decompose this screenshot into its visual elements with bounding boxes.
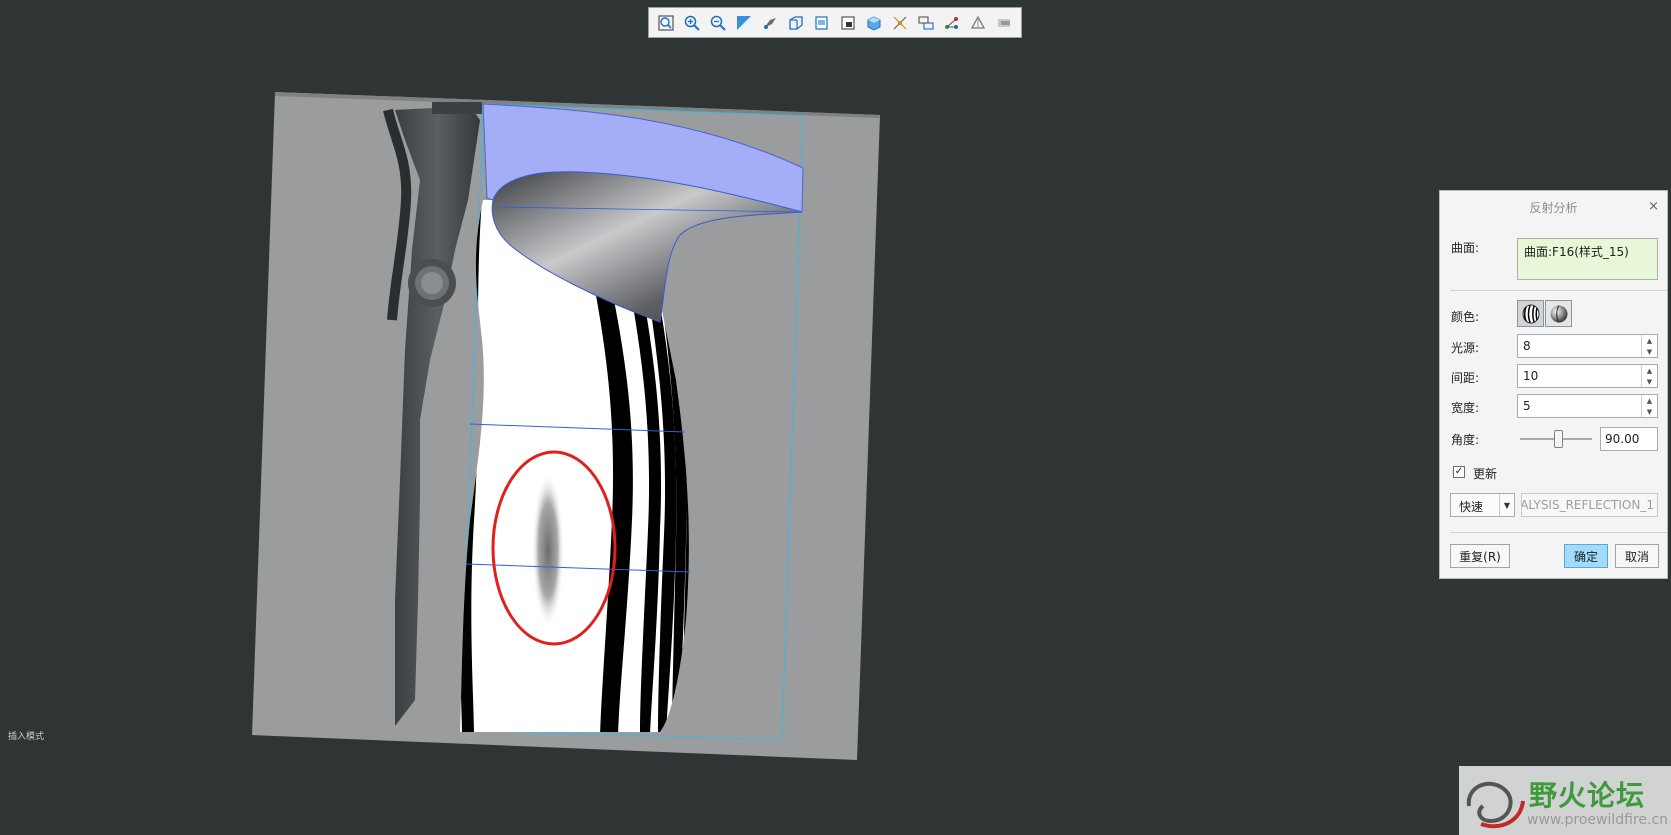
- repeat-button[interactable]: 重复(R): [1450, 544, 1510, 568]
- next-icon[interactable]: [991, 10, 1017, 36]
- stripes-icon: [1522, 304, 1539, 323]
- analysis-name-field[interactable]: ALYSIS_REFLECTION_1: [1521, 493, 1658, 517]
- update-checkbox[interactable]: ✓: [1453, 466, 1465, 478]
- surface-collector[interactable]: 曲面:F16(样式_15): [1517, 238, 1658, 280]
- color-label: 颜色:: [1451, 310, 1480, 324]
- close-icon[interactable]: ×: [1648, 199, 1659, 214]
- dialog-title: 反射分析: [1529, 200, 1578, 215]
- quality-value: 快速: [1459, 500, 1484, 514]
- dialog-title-bar: 反射分析 ×: [1440, 191, 1667, 223]
- analysis-name-value: ALYSIS_REFLECTION_1: [1521, 498, 1654, 512]
- chevron-down-icon: ▼: [1499, 494, 1514, 516]
- angle-label: 角度:: [1451, 433, 1480, 447]
- cancel-button[interactable]: 取消: [1615, 544, 1659, 568]
- increment-icon[interactable]: ▲: [1642, 395, 1657, 406]
- width-value: 5: [1523, 399, 1531, 413]
- spacing-stepper[interactable]: 10 ▲ ▼: [1517, 364, 1658, 388]
- surface-value: 曲面:F16(样式_15): [1524, 245, 1629, 259]
- saved-views-icon[interactable]: [809, 10, 835, 36]
- width-label: 宽度:: [1451, 401, 1480, 415]
- watermark-text: 野火论坛: [1529, 779, 1646, 812]
- decrement-icon[interactable]: ▼: [1642, 406, 1657, 417]
- width-stepper[interactable]: 5 ▲ ▼: [1517, 394, 1658, 418]
- surface-label: 曲面:: [1451, 241, 1480, 255]
- divider: [1450, 532, 1667, 533]
- point-display-icon[interactable]: [939, 10, 965, 36]
- increment-icon[interactable]: ▲: [1642, 335, 1657, 346]
- view-toolbar: [648, 7, 1022, 38]
- light-source-label: 光源:: [1451, 341, 1480, 355]
- watermark-logo: 野火论坛 www.proewildfire.cn: [1459, 766, 1671, 835]
- quality-dropdown[interactable]: 快速 ▼: [1450, 493, 1515, 517]
- annotation-display-icon[interactable]: [913, 10, 939, 36]
- display-style-icon[interactable]: [861, 10, 887, 36]
- view-manager-icon[interactable]: [835, 10, 861, 36]
- datum-display-icon[interactable]: [887, 10, 913, 36]
- angle-input[interactable]: 90.00: [1600, 427, 1658, 451]
- watermark-url: www.proewildfire.cn: [1527, 812, 1669, 828]
- angle-slider-thumb[interactable]: [1554, 430, 1563, 448]
- light-source-stepper[interactable]: 8 ▲ ▼: [1517, 334, 1658, 358]
- sphere-icon: [1550, 304, 1567, 323]
- decrement-icon[interactable]: ▼: [1642, 346, 1657, 357]
- color-stripes-button[interactable]: [1517, 300, 1544, 327]
- zoom-fit-icon[interactable]: [653, 10, 679, 36]
- model-viewport[interactable]: [0, 0, 1671, 835]
- watermark-swirl-icon: [1466, 781, 1525, 829]
- color-shaded-button[interactable]: [1545, 300, 1572, 327]
- view-orientation-icon[interactable]: [783, 10, 809, 36]
- decrement-icon[interactable]: ▼: [1642, 376, 1657, 387]
- angle-value: 90.00: [1605, 432, 1640, 446]
- repaint-icon[interactable]: [731, 10, 757, 36]
- update-label: 更新: [1473, 467, 1498, 481]
- light-source-value: 8: [1523, 339, 1531, 353]
- zoom-out-icon[interactable]: [705, 10, 731, 36]
- ok-button[interactable]: 确定: [1564, 544, 1608, 568]
- divider: [1450, 290, 1667, 291]
- mode-status-label: 插入模式: [8, 732, 45, 742]
- spacing-label: 间距:: [1451, 371, 1480, 385]
- spin-center-icon[interactable]: [757, 10, 783, 36]
- reflection-analysis-dialog: 反射分析 × 曲面: 曲面:F16(样式_15) 颜色: 光源: 8 ▲ ▼ 间…: [1439, 190, 1668, 579]
- cad-workspace: 插入模式 反射分析 × 曲面: 曲面:F16(样式_15) 颜色: 光源: 8 …: [0, 0, 1671, 835]
- increment-icon[interactable]: ▲: [1642, 365, 1657, 376]
- zoom-in-icon[interactable]: [679, 10, 705, 36]
- spacing-value: 10: [1523, 369, 1539, 383]
- coordinate-system-icon[interactable]: [965, 10, 991, 36]
